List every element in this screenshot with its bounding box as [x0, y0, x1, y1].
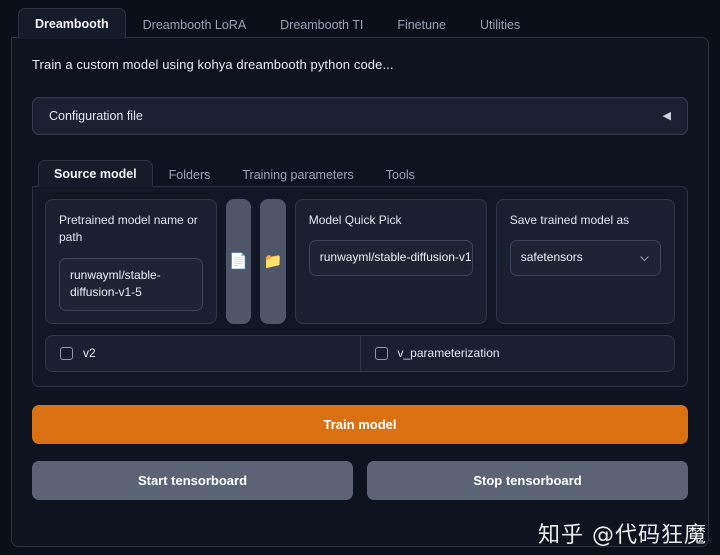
tab-label: Dreambooth LoRA [142, 17, 247, 32]
subtab-tools[interactable]: Tools [370, 161, 431, 188]
tab-utilities[interactable]: Utilities [463, 9, 537, 40]
checkbox-box-icon[interactable] [374, 346, 388, 360]
action-buttons: Train model Start tensorboard Stop tenso… [32, 404, 688, 500]
checkbox-box-icon[interactable] [60, 346, 73, 360]
model-row: Pretrained model name or path runwayml/s… [45, 199, 675, 324]
subtab-training-parameters[interactable]: Training parameters [226, 161, 369, 188]
model-quick-pick-input[interactable]: runwayml/stable-diffusion-v1-5 [308, 240, 473, 276]
tab-dreambooth-lora[interactable]: Dreambooth LoRA [126, 9, 264, 40]
tab-dreambooth[interactable]: Dreambooth [18, 7, 126, 39]
save-trained-model-value: safetensors [520, 250, 583, 265]
subtab-folders[interactable]: Folders [153, 161, 227, 188]
tab-finetune[interactable]: Finetune [380, 9, 463, 40]
pretrained-model-input[interactable]: runwayml/stable-diffusion-v1-5 [59, 257, 203, 311]
start-tensorboard-button[interactable]: Start tensorboard [32, 460, 353, 500]
main-tab-bar: Dreambooth Dreambooth LoRA Dreambooth TI… [0, 0, 720, 40]
source-model-card: Pretrained model name or path runwayml/s… [32, 186, 688, 387]
open-file-button[interactable]: 📄 [225, 199, 252, 324]
save-trained-model-select[interactable]: safetensors [509, 240, 661, 276]
pretrained-model-label: Pretrained model name or path [59, 213, 198, 245]
subtab-label: Source model [54, 166, 137, 181]
tab-label: Finetune [397, 17, 446, 32]
checkbox-label: v2 [83, 346, 96, 361]
checkbox-label: v_parameterization [397, 346, 500, 361]
model-quick-pick-label: Model Quick Pick [308, 213, 402, 227]
folder-icon: 📁 [263, 252, 283, 270]
save-trained-model-label: Save trained model as [509, 213, 630, 227]
accordion-label: Configuration file [49, 109, 143, 123]
pretrained-model-box: Pretrained model name or path runwayml/s… [45, 199, 217, 324]
sub-tab-bar: Source model Folders Training parameters… [32, 157, 688, 188]
chevron-down-icon [640, 255, 649, 261]
document-icon: 📄 [229, 252, 248, 270]
model-quick-pick-box: Model Quick Pick runwayml/stable-diffusi… [294, 199, 487, 324]
configuration-file-accordion[interactable]: Configuration file ◀ [32, 97, 688, 135]
subtab-label: Folders [168, 167, 211, 182]
tab-label: Dreambooth TI [280, 17, 364, 32]
tensorboard-button-row: Start tensorboard Stop tensorboard [32, 460, 688, 500]
triangle-left-icon[interactable]: ◀ [663, 110, 671, 122]
open-folder-button[interactable]: 📁 [260, 199, 286, 324]
checkbox-row: v2 v_parameterization [45, 334, 675, 372]
subtab-label: Training parameters [242, 167, 354, 182]
subtab-label: Tools [385, 167, 415, 182]
tab-label: Utilities [479, 17, 521, 32]
dreambooth-panel: Train a custom model using kohya dreambo… [11, 37, 709, 547]
tab-dreambooth-ti[interactable]: Dreambooth TI [263, 9, 380, 40]
train-model-button[interactable]: Train model [32, 404, 688, 444]
checkbox-v2[interactable]: v2 [46, 336, 360, 371]
stop-tensorboard-button[interactable]: Stop tensorboard [367, 460, 688, 500]
source-model-section: Source model Folders Training parameters… [32, 157, 688, 387]
panel-description: Train a custom model using kohya dreambo… [32, 57, 394, 72]
subtab-source-model[interactable]: Source model [38, 159, 153, 187]
save-trained-model-box: Save trained model as safetensors [495, 199, 675, 324]
tab-label: Dreambooth [35, 16, 109, 31]
checkbox-v-parameterization[interactable]: v_parameterization [359, 335, 675, 371]
